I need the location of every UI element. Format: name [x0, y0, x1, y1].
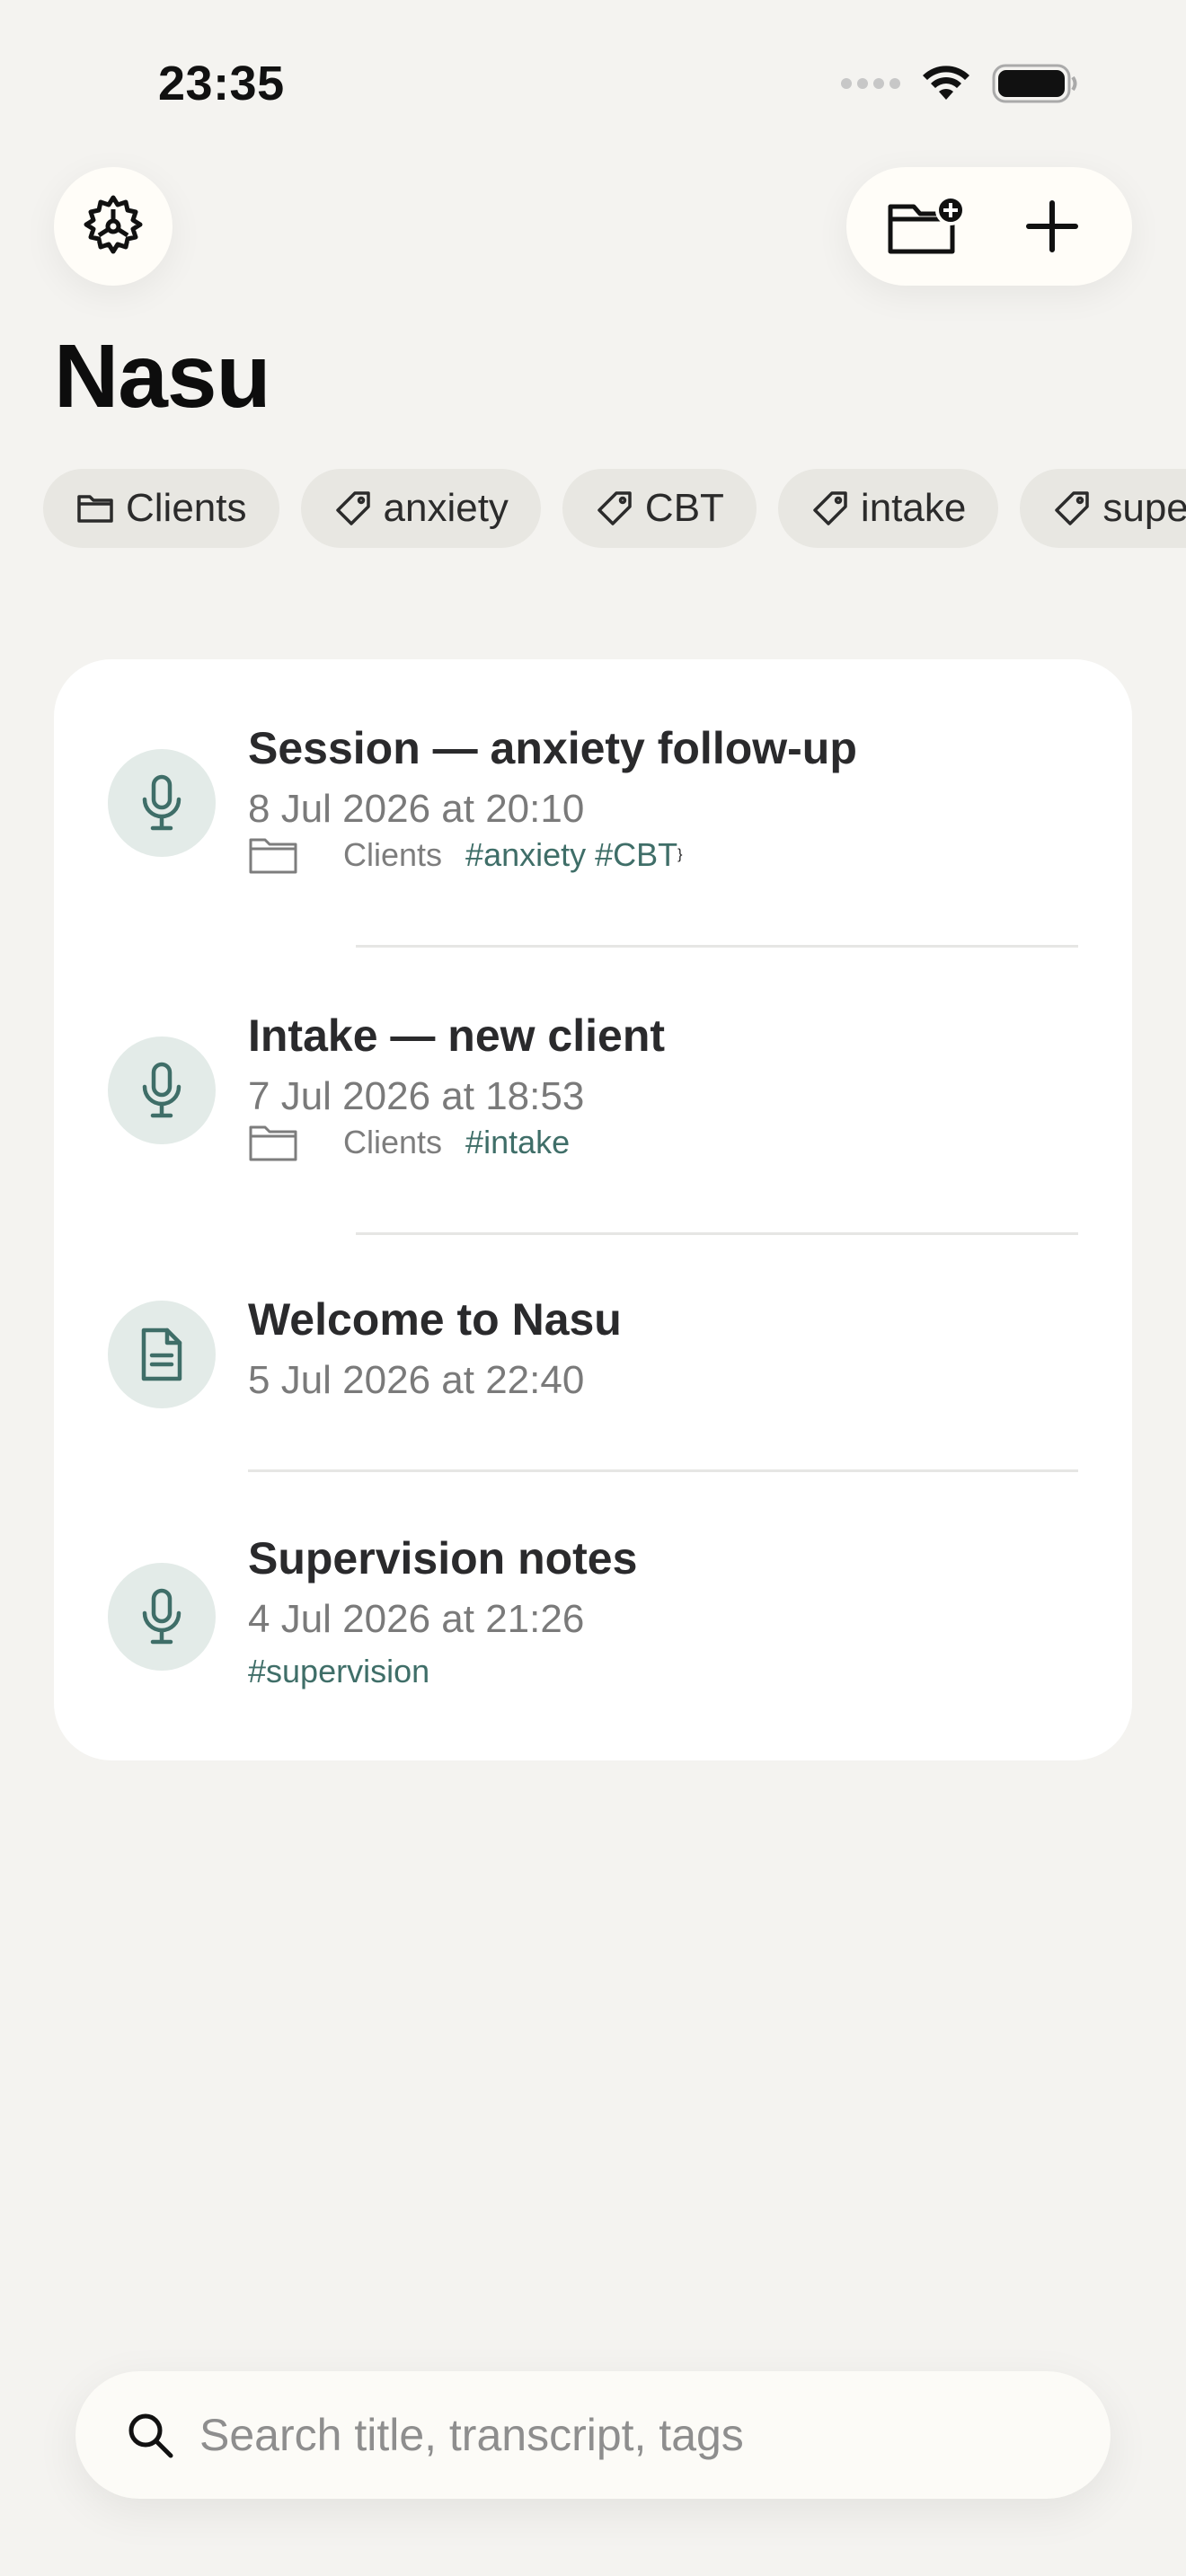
note-type-badge — [108, 1037, 216, 1144]
note-date: 4 Jul 2026 at 21:26 — [248, 1597, 585, 1641]
note-date: 8 Jul 2026 at 20:10 — [248, 787, 585, 831]
note-tags: #intake — [465, 1124, 571, 1160]
battery-icon — [992, 64, 1077, 103]
tag-icon — [813, 491, 847, 525]
note-title: Welcome to Nasu — [248, 1294, 622, 1345]
note-tags: #supervision — [248, 1653, 430, 1689]
cellular-signal-icon — [841, 78, 900, 89]
list-item[interactable]: Supervision notes 4 Jul 2026 at 21:26 #s… — [54, 1473, 1132, 1760]
tag-icon — [1055, 491, 1090, 525]
search-bar[interactable] — [75, 2371, 1111, 2499]
note-folder: Clients — [343, 1124, 443, 1160]
toolbar-actions — [846, 167, 1132, 286]
search-icon — [128, 2413, 173, 2458]
chip-folder-clients[interactable]: Clients — [43, 469, 279, 548]
folder-plus-icon — [888, 195, 966, 254]
new-folder-button[interactable] — [873, 172, 981, 280]
note-title: Supervision notes — [248, 1533, 638, 1584]
gear-icon — [84, 195, 143, 254]
list-item[interactable]: Intake — new client 7 Jul 2026 at 18:53 … — [54, 947, 1132, 1234]
document-icon — [141, 1328, 182, 1381]
note-meta: Clients #intake — [248, 1123, 570, 1162]
search-input[interactable] — [199, 2409, 1062, 2461]
status-time: 23:35 — [158, 57, 285, 110]
note-tags: #anxiety #CBT — [465, 836, 678, 873]
folder-icon — [249, 838, 297, 874]
chip-label: CBT — [644, 486, 724, 530]
add-note-button[interactable] — [998, 172, 1106, 280]
chip-tag-cbt[interactable]: CBT — [562, 469, 757, 548]
note-date: 5 Jul 2026 at 22:40 — [248, 1358, 585, 1402]
note-meta: Clients #anxiety #CBT } — [248, 835, 683, 875]
chip-label: supervision — [1102, 486, 1186, 530]
notes-list: Session — anxiety follow-up 8 Jul 2026 a… — [54, 659, 1132, 1760]
folder-icon — [249, 1125, 297, 1161]
tag-icon — [597, 491, 632, 525]
notes-screen: 23:35 Nasu Clients anxiety CBT intake su… — [0, 0, 1186, 2576]
plus-icon — [1025, 200, 1078, 252]
chip-label: Clients — [126, 486, 247, 530]
chip-tag-anxiety[interactable]: anxiety — [300, 469, 541, 548]
note-folder: Clients — [343, 836, 443, 873]
note-type-badge — [108, 1301, 216, 1408]
chip-label: intake — [860, 486, 967, 530]
settings-button[interactable] — [54, 167, 173, 286]
filter-chips: Clients anxiety CBT intake supervision — [43, 469, 1186, 548]
microphone-icon — [142, 1588, 181, 1645]
note-title: Session — anxiety follow-up — [248, 723, 857, 773]
divider — [248, 1469, 1078, 1472]
page-title: Nasu — [54, 326, 271, 427]
folder-icon — [77, 495, 113, 523]
wifi-icon — [923, 66, 969, 100]
note-meta: #supervision — [248, 1653, 429, 1690]
microphone-icon — [142, 1062, 181, 1118]
list-item[interactable]: Session — anxiety follow-up 8 Jul 2026 a… — [54, 659, 1132, 947]
chip-tag-supervision[interactable]: supervision — [1020, 469, 1186, 548]
status-indicators — [841, 63, 1078, 104]
chip-label: anxiety — [383, 486, 509, 530]
chip-tag-intake[interactable]: intake — [777, 469, 999, 548]
note-title: Intake — new client — [248, 1010, 666, 1061]
tag-icon — [335, 491, 370, 525]
note-date: 7 Jul 2026 at 18:53 — [248, 1074, 585, 1118]
note-type-badge — [108, 1563, 216, 1671]
note-type-badge — [108, 749, 216, 857]
microphone-icon — [142, 774, 181, 831]
list-item[interactable]: Welcome to Nasu 5 Jul 2026 at 22:40 — [54, 1234, 1132, 1473]
